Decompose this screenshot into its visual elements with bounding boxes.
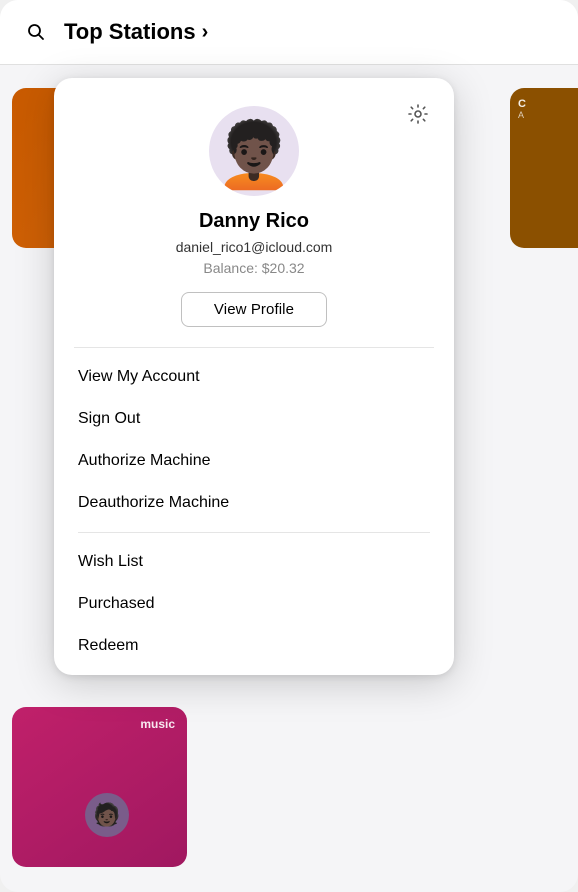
view-profile-button[interactable]: View Profile	[181, 292, 327, 327]
search-button[interactable]	[20, 16, 52, 48]
menu-section-1: View My Account Sign Out Authorize Machi…	[54, 348, 454, 532]
header: Top Stations ›	[0, 0, 578, 65]
bg-card-right-partial: C A	[510, 88, 578, 248]
bg-card-purple: music	[12, 707, 187, 867]
menu-item-sign-out[interactable]: Sign Out	[54, 398, 454, 440]
chevron-right-icon: ›	[202, 21, 209, 44]
user-balance: Balance: $20.32	[203, 260, 304, 276]
right-card-label: C	[518, 98, 526, 110]
account-dropdown: 🧑🏿‍🦱 Danny Rico daniel_rico1@icloud.com …	[54, 78, 454, 675]
user-name: Danny Rico	[199, 210, 309, 233]
menu-item-purchased[interactable]: Purchased	[54, 583, 454, 625]
bg-bottom-music-label: music	[140, 717, 175, 731]
small-avatar-emoji: 🧑🏿	[93, 802, 120, 828]
avatar: 🧑🏿‍🦱	[209, 106, 299, 196]
menu-item-view-account[interactable]: View My Account	[54, 356, 454, 398]
gear-icon	[407, 103, 429, 125]
menu-item-redeem[interactable]: Redeem	[54, 625, 454, 667]
small-avatar[interactable]: 🧑🏿	[85, 793, 129, 837]
menu-item-authorize[interactable]: Authorize Machine	[54, 440, 454, 482]
page-title: Top Stations ›	[64, 19, 208, 45]
menu-item-wish-list[interactable]: Wish List	[54, 541, 454, 583]
search-icon	[27, 23, 45, 41]
menu-section-2: Wish List Purchased Redeem	[54, 533, 454, 675]
user-email: daniel_rico1@icloud.com	[176, 239, 333, 255]
app-background: Top Stations › music C A music 🧑🏿	[0, 0, 578, 892]
bottom-cards-row: music	[0, 707, 578, 892]
menu-item-deauthorize[interactable]: Deauthorize Machine	[54, 482, 454, 524]
avatar-emoji: 🧑🏿‍🦱	[214, 123, 294, 187]
settings-button[interactable]	[402, 98, 434, 130]
profile-section: 🧑🏿‍🦱 Danny Rico daniel_rico1@icloud.com …	[54, 78, 454, 347]
right-card-sub: A	[518, 110, 524, 120]
title-text: Top Stations	[64, 19, 196, 45]
